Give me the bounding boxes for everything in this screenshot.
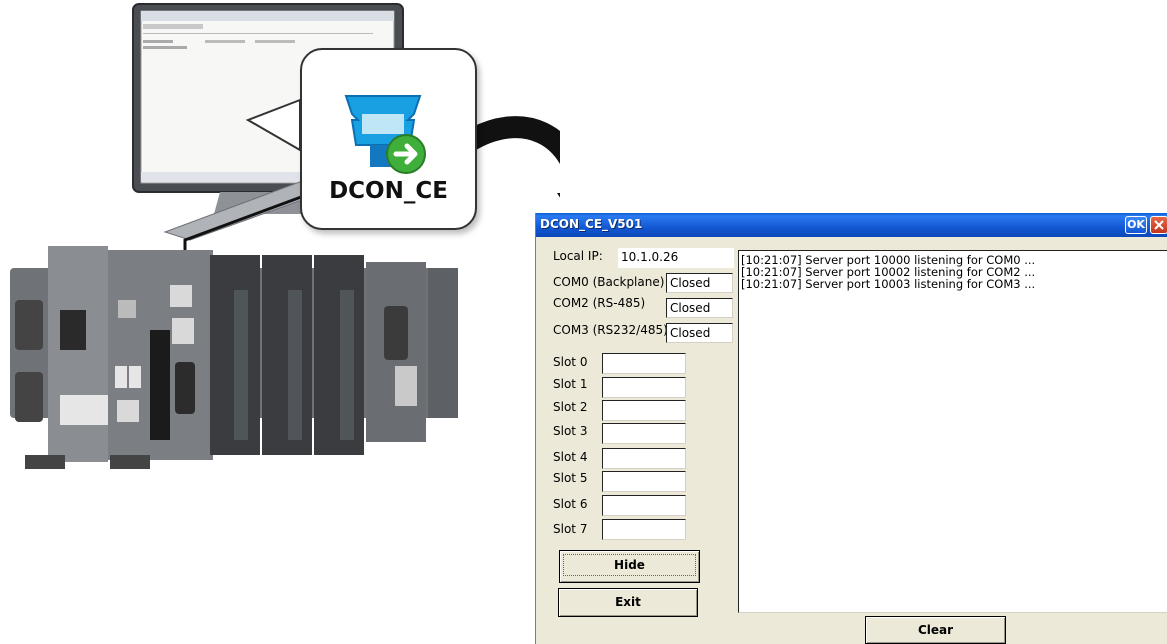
- hardware-illustration: DCON_CE: [0, 0, 607, 644]
- port-status-com2: Closed: [666, 298, 733, 318]
- port-label-com2: COM2 (RS-485): [553, 296, 646, 310]
- slot-label: Slot 3: [553, 424, 588, 438]
- arrow-graphic: [462, 116, 593, 202]
- slot-field: [602, 353, 686, 374]
- port-label-com3: COM3 (RS232/485): [553, 323, 668, 337]
- dcon-ce-window: DCON_CE_V501 OK Local IP: 10.1.0.26 COM0…: [535, 213, 1167, 644]
- slot-label: Slot 5: [553, 471, 588, 485]
- title-bar[interactable]: DCON_CE_V501 OK: [536, 213, 1167, 237]
- slot-label: Slot 2: [553, 400, 588, 414]
- window-title: DCON_CE_V501: [540, 217, 643, 231]
- dcon-ce-app-icon: [302, 95, 426, 174]
- hide-button-label: Hide: [563, 554, 696, 576]
- slot-field: [602, 448, 686, 469]
- slot-field: [602, 377, 686, 398]
- callout-label: DCON_CE: [329, 178, 448, 204]
- local-ip-value: 10.1.0.26: [618, 248, 734, 268]
- slot-field: [602, 423, 686, 444]
- exit-button-label: Exit: [615, 595, 641, 609]
- slot-field: [602, 400, 686, 421]
- port-status-com3: Closed: [666, 323, 733, 343]
- ok-button[interactable]: OK: [1125, 216, 1147, 234]
- controller-graphic: [10, 246, 458, 469]
- slot-label: Slot 1: [553, 377, 588, 391]
- slot-field: [602, 519, 686, 540]
- hide-button[interactable]: Hide: [559, 550, 700, 583]
- callout-bubble: DCON_CE: [300, 48, 477, 230]
- close-button[interactable]: [1150, 216, 1167, 234]
- local-ip-label: Local IP:: [553, 249, 603, 263]
- slot-label: Slot 7: [553, 522, 588, 536]
- clear-button-label: Clear: [917, 623, 954, 637]
- slot-field: [602, 471, 686, 492]
- exit-button[interactable]: Exit: [558, 588, 698, 617]
- slot-field: [602, 495, 686, 516]
- slot-label: Slot 4: [553, 450, 588, 464]
- slot-label: Slot 0: [553, 355, 588, 369]
- log-output[interactable]: [10:21:07] Server port 10000 listening f…: [738, 250, 1167, 613]
- slot-label: Slot 6: [553, 497, 588, 511]
- log-line: [10:21:07] Server port 10003 listening f…: [741, 277, 1036, 291]
- clear-button[interactable]: Clear: [865, 616, 1006, 644]
- close-icon: [1154, 220, 1164, 230]
- port-status-com0: Closed: [666, 273, 733, 293]
- port-label-com0: COM0 (Backplane): [553, 275, 665, 289]
